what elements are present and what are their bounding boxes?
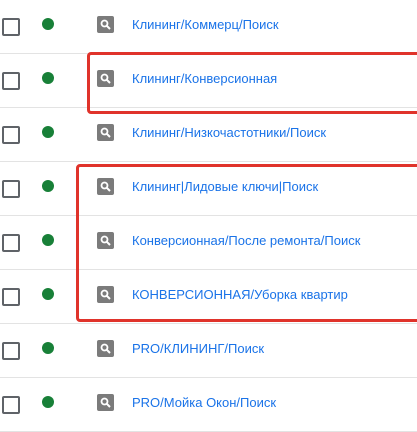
enabled-status-dot-icon	[42, 342, 54, 354]
enabled-status-dot-icon	[42, 288, 54, 300]
search-campaign-icon	[97, 394, 114, 411]
row-checkbox[interactable]	[2, 18, 20, 36]
campaign-row: Конверсионная/После ремонта/Поиск	[0, 216, 417, 270]
search-campaign-icon	[97, 286, 114, 303]
campaign-name-link[interactable]: Клининг|Лидовые ключи|Поиск	[132, 179, 318, 195]
enabled-status-dot-icon	[42, 126, 54, 138]
campaign-row: Клининг|Лидовые ключи|Поиск	[0, 162, 417, 216]
campaign-name-link[interactable]: Конверсионная/После ремонта/Поиск	[132, 233, 360, 249]
enabled-status-dot-icon	[42, 72, 54, 84]
search-campaign-icon	[97, 232, 114, 249]
campaign-name-link[interactable]: Клининг/Конверсионная	[132, 71, 277, 87]
search-campaign-icon	[97, 340, 114, 357]
campaign-list: Клининг/Коммерц/Поиск Клининг/Конверсион…	[0, 0, 417, 432]
row-checkbox[interactable]	[2, 72, 20, 90]
campaign-name-link[interactable]: Клининг/Коммерц/Поиск	[132, 17, 279, 33]
campaign-name-link[interactable]: Клининг/Низкочастотники/Поиск	[132, 125, 326, 141]
enabled-status-dot-icon	[42, 396, 54, 408]
campaign-row: КОНВЕРСИОННАЯ/Уборка квартир	[0, 270, 417, 324]
search-campaign-icon	[97, 124, 114, 141]
row-checkbox[interactable]	[2, 126, 20, 144]
enabled-status-dot-icon	[42, 234, 54, 246]
row-checkbox[interactable]	[2, 342, 20, 360]
campaign-name-link[interactable]: PRO/Мойка Окон/Поиск	[132, 395, 276, 411]
search-campaign-icon	[97, 178, 114, 195]
row-checkbox[interactable]	[2, 396, 20, 414]
row-checkbox[interactable]	[2, 180, 20, 198]
campaign-row: Клининг/Низкочастотники/Поиск	[0, 108, 417, 162]
campaign-row: PRO/Мойка Окон/Поиск	[0, 378, 417, 432]
search-campaign-icon	[97, 16, 114, 33]
row-checkbox[interactable]	[2, 234, 20, 252]
enabled-status-dot-icon	[42, 180, 54, 192]
campaign-name-link[interactable]: PRO/КЛИНИНГ/Поиск	[132, 341, 264, 357]
enabled-status-dot-icon	[42, 18, 54, 30]
campaign-row: PRO/КЛИНИНГ/Поиск	[0, 324, 417, 378]
campaign-row: Клининг/Коммерц/Поиск	[0, 0, 417, 54]
row-checkbox[interactable]	[2, 288, 20, 306]
campaign-name-link[interactable]: КОНВЕРСИОННАЯ/Уборка квартир	[132, 287, 348, 303]
search-campaign-icon	[97, 70, 114, 87]
campaign-row: Клининг/Конверсионная	[0, 54, 417, 108]
